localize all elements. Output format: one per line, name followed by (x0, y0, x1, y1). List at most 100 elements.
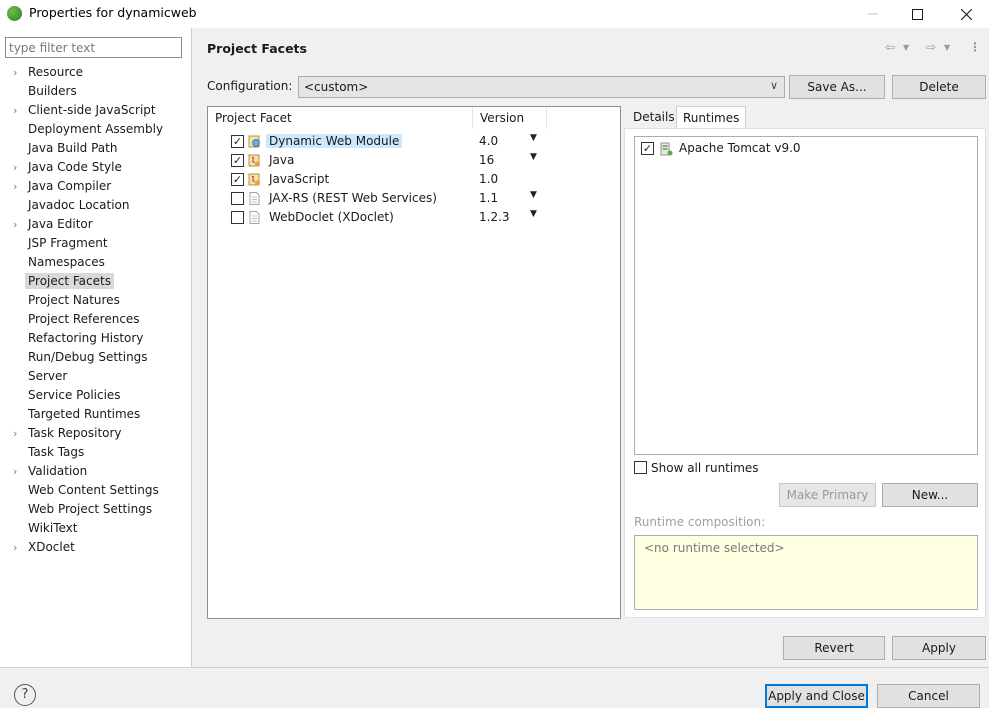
sidebar-item[interactable]: Project References (0, 310, 190, 329)
new-runtime-button[interactable]: New... (882, 483, 978, 507)
sidebar-item[interactable]: Project Natures (0, 291, 190, 310)
sidebar-item[interactable]: › Java Code Style (0, 158, 190, 177)
configuration-value: <custom> (304, 80, 369, 94)
make-primary-button[interactable]: Make Primary (779, 483, 876, 507)
sidebar-item-label: JSP Fragment (28, 236, 108, 250)
facet-checkbox[interactable] (231, 192, 244, 205)
title-bar: Properties for dynamicweb (0, 0, 989, 28)
sidebar-item[interactable]: Namespaces (0, 253, 190, 272)
sidebar-item[interactable]: Task Tags (0, 443, 190, 462)
runtime-list[interactable]: ✓ Apache Tomcat v9.0 (634, 136, 978, 455)
sidebar-item[interactable]: Service Policies (0, 386, 190, 405)
version-dropdown-icon[interactable]: ▼ (530, 133, 537, 143)
sidebar-item-label: Refactoring History (28, 331, 144, 345)
sidebar-item-label: Project Facets (25, 273, 114, 289)
chevron-right-icon[interactable]: › (13, 462, 17, 481)
chevron-right-icon[interactable]: › (13, 424, 17, 443)
facet-row[interactable]: WebDoclet (XDoclet) 1.2.3 ▼ (208, 208, 620, 227)
sidebar-item-label: Task Repository (28, 426, 122, 440)
back-menu-chevron-icon[interactable]: ▼ (903, 43, 909, 52)
chevron-right-icon[interactable]: › (13, 177, 17, 196)
version-dropdown-icon[interactable]: ▼ (530, 152, 537, 162)
sidebar-item[interactable]: › Java Compiler (0, 177, 190, 196)
column-header-facet[interactable]: Project Facet (215, 111, 292, 125)
sidebar-item[interactable]: › Client-side JavaScript (0, 101, 190, 120)
close-icon (960, 8, 972, 20)
cancel-button[interactable]: Cancel (877, 684, 980, 708)
sidebar-item[interactable]: Deployment Assembly (0, 120, 190, 139)
sidebar-item[interactable]: Run/Debug Settings (0, 348, 190, 367)
sidebar-item[interactable]: Server (0, 367, 190, 386)
sidebar-item-label: Project Natures (28, 293, 120, 307)
chevron-right-icon[interactable]: › (13, 101, 17, 120)
document-icon (249, 211, 260, 224)
chevron-right-icon[interactable]: › (13, 158, 17, 177)
facet-checkbox[interactable]: ✓ (231, 154, 244, 167)
view-menu-icon[interactable]: ⋮ (969, 40, 981, 54)
sidebar-item[interactable]: Project Facets (0, 272, 190, 291)
sidebar-item[interactable]: › Task Repository (0, 424, 190, 443)
save-as-button[interactable]: Save As... (789, 75, 885, 99)
minimize-button[interactable] (850, 0, 896, 28)
sidebar-item[interactable]: › Resource (0, 63, 190, 82)
maximize-button[interactable] (894, 0, 940, 28)
facet-name: JavaScript (269, 172, 330, 186)
facet-row[interactable]: JAX-RS (REST Web Services) 1.1 ▼ (208, 189, 620, 208)
show-all-runtimes-checkbox[interactable] (634, 461, 647, 474)
runtime-checkbox[interactable]: ✓ (641, 142, 654, 155)
facet-row[interactable]: ✓ JavaScript 1.0 (208, 170, 620, 189)
document-icon (249, 192, 260, 205)
facet-version[interactable]: 1.2.3 (479, 210, 510, 224)
back-arrow-icon[interactable]: ⇦ (885, 40, 895, 54)
sidebar-item[interactable]: › Validation (0, 462, 190, 481)
sidebar-item[interactable]: › Java Editor (0, 215, 190, 234)
sidebar-item[interactable]: Targeted Runtimes (0, 405, 190, 424)
sidebar-item[interactable]: Web Project Settings (0, 500, 190, 519)
sidebar-item-label: Server (28, 369, 68, 383)
forward-menu-chevron-icon[interactable]: ▼ (944, 43, 950, 52)
sidebar-item[interactable]: Java Build Path (0, 139, 190, 158)
chevron-right-icon[interactable]: › (13, 538, 17, 557)
facet-checkbox[interactable]: ✓ (231, 173, 244, 186)
version-dropdown-icon[interactable]: ▼ (530, 209, 537, 219)
facet-name: Java (269, 153, 295, 167)
facet-checkbox[interactable] (231, 211, 244, 224)
apply-button[interactable]: Apply (892, 636, 986, 660)
sidebar-item[interactable]: Builders (0, 82, 190, 101)
version-dropdown-icon[interactable]: ▼ (530, 190, 537, 200)
sidebar-item-label: Java Code Style (28, 160, 122, 174)
forward-arrow-icon[interactable]: ⇨ (926, 40, 936, 54)
column-divider (472, 107, 473, 129)
sidebar-item-label: Java Build Path (28, 141, 118, 155)
chevron-down-icon: ∨ (769, 79, 778, 92)
revert-button[interactable]: Revert (783, 636, 885, 660)
help-button[interactable]: ? (14, 684, 36, 706)
filter-input[interactable] (5, 37, 182, 58)
facet-version[interactable]: 16 (479, 153, 494, 167)
facet-row[interactable]: ✓ Java 16 ▼ (208, 151, 620, 170)
chevron-right-icon[interactable]: › (13, 63, 17, 82)
sidebar-item[interactable]: Web Content Settings (0, 481, 190, 500)
tab-details[interactable]: Details (627, 106, 681, 128)
configuration-select[interactable]: <custom> ∨ (298, 76, 785, 98)
chevron-right-icon[interactable]: › (13, 215, 17, 234)
facet-version[interactable]: 4.0 (479, 134, 498, 148)
sidebar-item[interactable]: JSP Fragment (0, 234, 190, 253)
sidebar-item-label: Resource (28, 65, 84, 79)
sidebar-item-label: Targeted Runtimes (28, 407, 141, 421)
delete-button[interactable]: Delete (892, 75, 986, 99)
sidebar-item[interactable]: Refactoring History (0, 329, 190, 348)
sidebar-item[interactable]: › XDoclet (0, 538, 190, 557)
sidebar-item[interactable]: Javadoc Location (0, 196, 190, 215)
sidebar-item[interactable]: WikiText (0, 519, 190, 538)
close-button[interactable] (943, 0, 989, 28)
facet-checkbox[interactable]: ✓ (231, 135, 244, 148)
facet-row[interactable]: ✓ Dynamic Web Module 4.0 ▼ (208, 132, 620, 151)
column-header-version[interactable]: Version (480, 111, 524, 125)
tab-runtimes[interactable]: Runtimes (676, 106, 747, 128)
configuration-label: Configuration: (207, 79, 293, 93)
minimize-icon (868, 13, 878, 15)
facet-version[interactable]: 1.0 (479, 172, 498, 186)
apply-and-close-button[interactable]: Apply and Close (765, 684, 868, 708)
facet-version[interactable]: 1.1 (479, 191, 498, 205)
